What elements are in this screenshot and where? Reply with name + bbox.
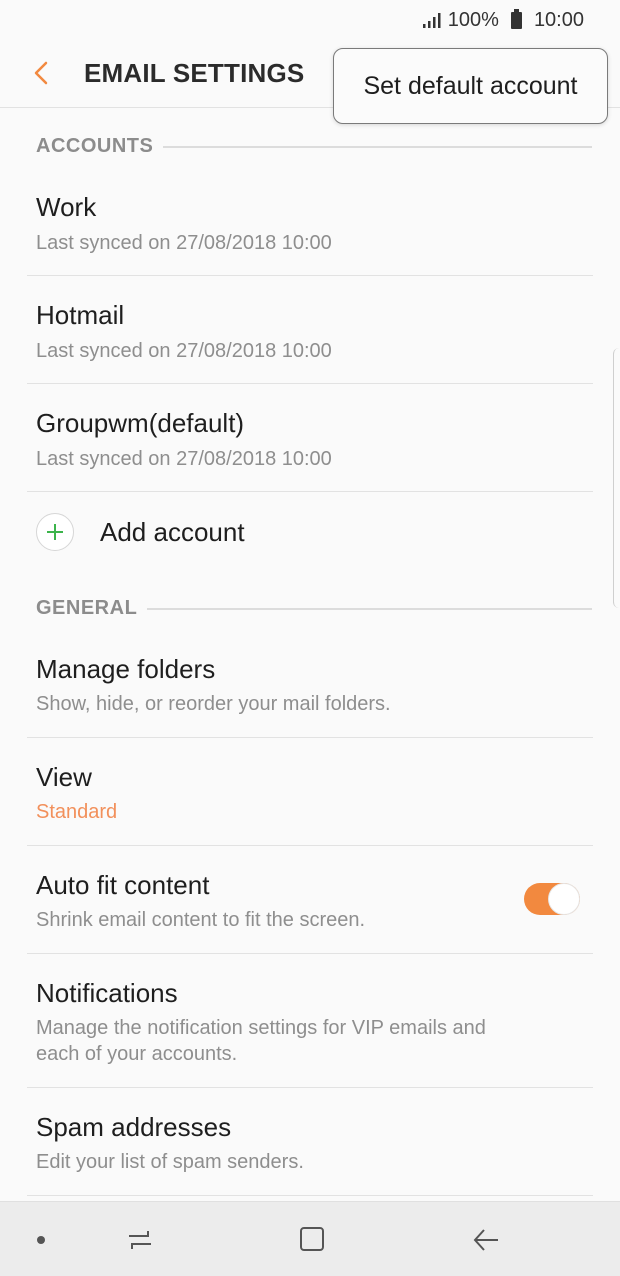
add-account-button[interactable]: Add account <box>36 512 245 552</box>
auto-fit-toggle-switch[interactable] <box>524 883 580 915</box>
divider <box>27 491 593 492</box>
navigation-bar <box>0 1201 620 1276</box>
account-sync-status: Last synced on 27/08/2018 10:00 <box>36 448 332 470</box>
notifications-item[interactable]: Notifications Manage the notification se… <box>27 964 593 1086</box>
setting-title: Manage folders <box>36 654 216 684</box>
general-section-header: GENERAL <box>36 597 592 620</box>
edge-panel-handle[interactable] <box>613 348 620 608</box>
setting-title: View <box>36 762 92 792</box>
section-divider <box>163 145 592 148</box>
divider <box>27 383 593 384</box>
divider <box>27 1195 593 1196</box>
signal-icon <box>422 13 441 28</box>
setting-description-line2: each of your accounts. <box>36 1043 238 1065</box>
accounts-header-label: ACCOUNTS <box>36 135 154 157</box>
general-header-label: GENERAL <box>36 597 138 619</box>
divider <box>27 275 593 276</box>
spam-addresses-item[interactable]: Spam addresses Edit your list of spam se… <box>27 1098 593 1194</box>
nav-dot-icon[interactable] <box>37 1236 45 1244</box>
divider <box>27 953 593 954</box>
section-divider <box>147 607 592 610</box>
divider <box>27 737 593 738</box>
page-title: EMAIL SETTINGS <box>84 58 305 88</box>
account-name: Groupwm(default) <box>36 408 245 438</box>
battery-percentage: 100% <box>447 8 499 31</box>
setting-description: Edit your list of spam senders. <box>36 1151 304 1173</box>
clock: 10:00 <box>533 8 584 31</box>
auto-fit-content-item[interactable]: Auto fit content Shrink email content to… <box>27 856 593 952</box>
setting-title: Spam addresses <box>36 1112 232 1142</box>
back-icon[interactable] <box>472 1226 500 1254</box>
account-sync-status: Last synced on 27/08/2018 10:00 <box>36 232 332 254</box>
account-item-hotmail[interactable]: Hotmail Last synced on 27/08/2018 10:00 <box>27 286 593 382</box>
plus-icon <box>36 513 74 551</box>
setting-description-line1: Manage the notification settings for VIP… <box>36 1017 486 1039</box>
account-name: Hotmail <box>36 300 125 330</box>
divider <box>27 1087 593 1088</box>
back-arrow-icon[interactable] <box>30 60 54 86</box>
battery-icon <box>510 8 522 29</box>
toggle-knob <box>548 883 580 915</box>
setting-description: Show, hide, or reorder your mail folders… <box>36 693 391 715</box>
view-item[interactable]: View Standard <box>27 748 593 844</box>
account-item-work[interactable]: Work Last synced on 27/08/2018 10:00 <box>27 178 593 274</box>
accounts-section-header: ACCOUNTS <box>36 135 592 158</box>
status-bar: 100% 10:00 <box>0 0 620 40</box>
account-sync-status: Last synced on 27/08/2018 10:00 <box>36 340 332 362</box>
setting-value: Standard <box>36 801 118 823</box>
account-item-groupwm[interactable]: Groupwm(default) Last synced on 27/08/20… <box>27 394 593 490</box>
setting-title: Auto fit content <box>36 870 210 900</box>
home-icon[interactable] <box>298 1225 326 1253</box>
recent-apps-icon[interactable] <box>126 1226 154 1254</box>
account-name: Work <box>36 192 97 222</box>
manage-folders-item[interactable]: Manage folders Show, hide, or reorder yo… <box>27 640 593 736</box>
add-account-label: Add account <box>100 516 245 547</box>
set-default-account-menu-item[interactable]: Set default account <box>333 48 608 124</box>
setting-description: Shrink email content to fit the screen. <box>36 909 366 931</box>
setting-title: Notifications <box>36 978 178 1008</box>
divider <box>27 845 593 846</box>
